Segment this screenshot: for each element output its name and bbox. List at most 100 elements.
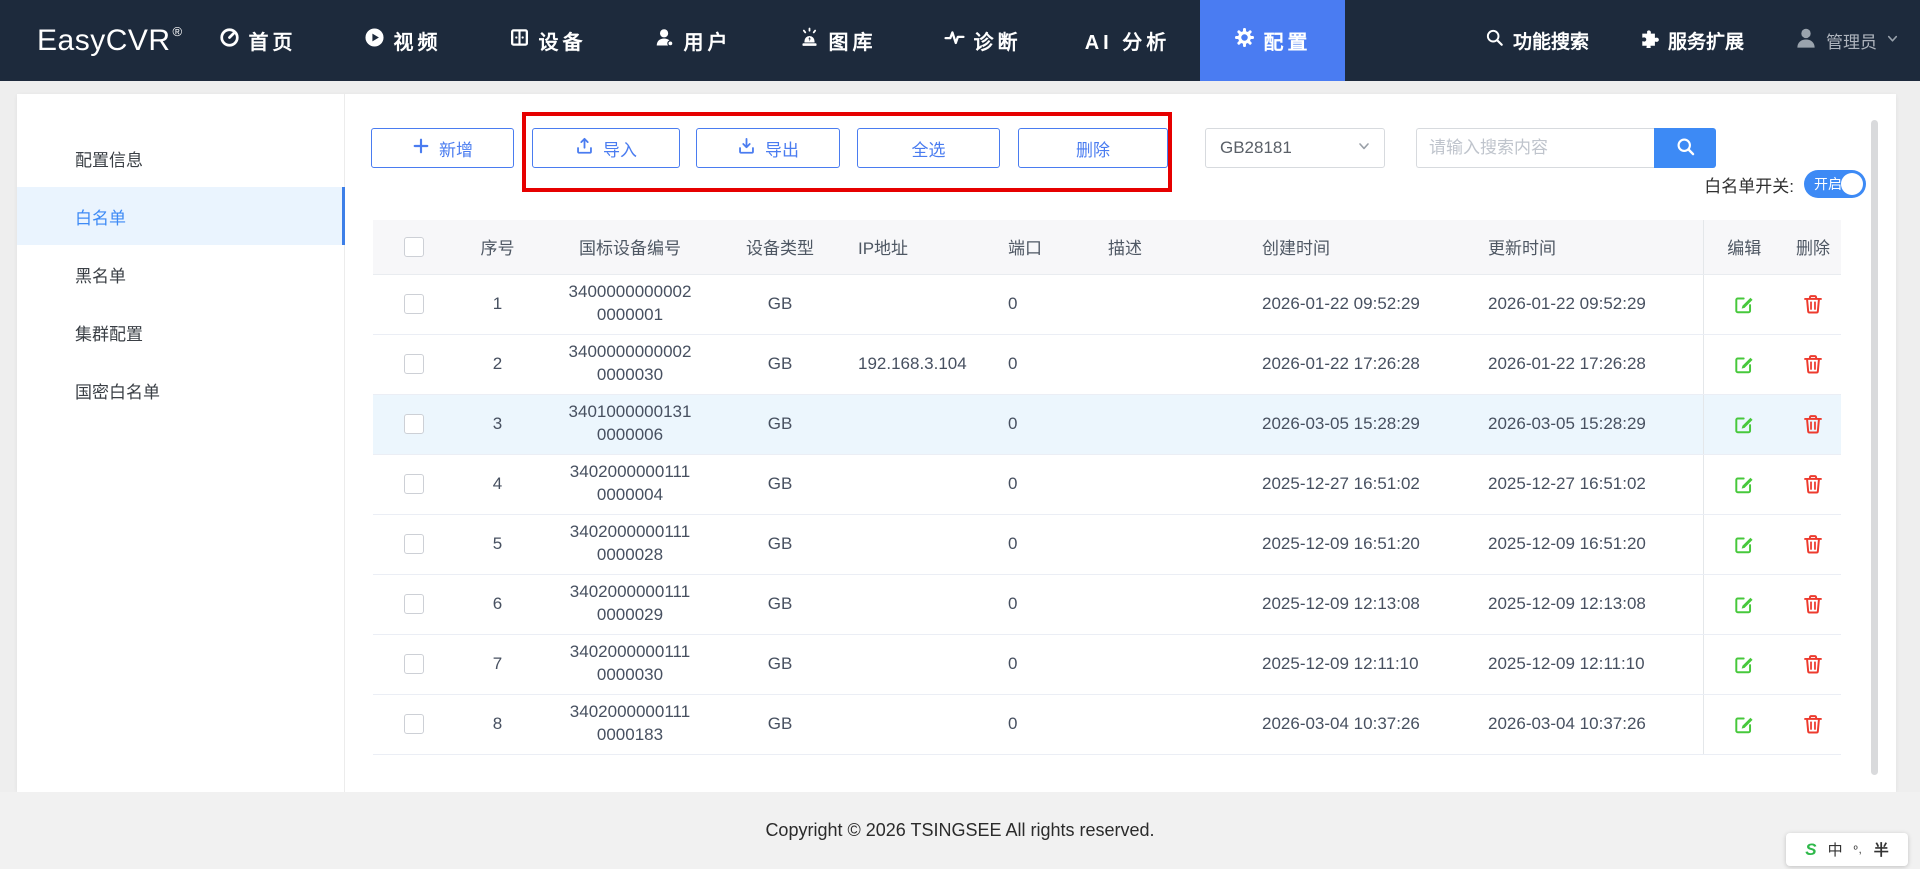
delete-row-button[interactable] <box>1802 473 1824 495</box>
cell-updated: 2026-03-05 15:28:29 <box>1480 394 1703 455</box>
search-input[interactable] <box>1416 128 1654 168</box>
import-button[interactable]: 导入 <box>532 128 680 168</box>
row-checkbox[interactable] <box>404 594 424 614</box>
cell-delete <box>1785 514 1841 575</box>
row-checkbox-cell <box>373 454 455 515</box>
header-edit: 编辑 <box>1702 220 1785 275</box>
ime-mode-chinese[interactable]: 中 <box>1828 839 1843 860</box>
row-checkbox[interactable] <box>404 534 424 554</box>
nav-item-diagnosis[interactable]: 诊断 <box>910 0 1055 81</box>
export-button[interactable]: 导出 <box>696 128 840 168</box>
nav-item-device[interactable]: 设备 <box>475 0 620 81</box>
table-row: 3 3401000000131 0000006 GB 0 2026-03-05 15:2… <box>373 394 1841 455</box>
app-logo-text: EasyCVR <box>37 23 171 57</box>
whitelist-toggle-state: 开启 <box>1814 176 1842 192</box>
cell-device-type: GB <box>720 694 840 755</box>
app-logo[interactable]: EasyCVR ® <box>0 0 185 81</box>
edit-button[interactable] <box>1733 713 1755 735</box>
cell-description <box>1090 694 1230 755</box>
cell-device-type: GB <box>720 454 840 515</box>
row-checkbox-cell <box>373 634 455 695</box>
cell-delete <box>1785 574 1841 635</box>
delete-button-label: 删除 <box>1076 140 1110 160</box>
cell-port: 0 <box>1000 274 1090 335</box>
chevron-down-icon <box>1885 31 1900 51</box>
edit-button[interactable] <box>1733 533 1755 555</box>
add-button[interactable]: 新增 <box>371 128 514 168</box>
edit-button[interactable] <box>1733 293 1755 315</box>
sidebar-item-blacklist[interactable]: 黑名单 <box>17 245 344 303</box>
cell-device-type: GB <box>720 634 840 695</box>
cell-port: 0 <box>1000 394 1090 455</box>
cell-index: 3 <box>455 394 540 455</box>
nav-item-user[interactable]: 用户 <box>620 0 765 81</box>
play-icon <box>364 27 385 54</box>
sidebar-item-whitelist[interactable]: 白名单 <box>17 187 345 245</box>
ime-half-width-mode[interactable]: 半 <box>1874 839 1889 860</box>
header-device-type: 设备类型 <box>720 220 840 275</box>
row-checkbox[interactable] <box>404 354 424 374</box>
nav-item-ai-analysis[interactable]: AI 分析 <box>1055 0 1200 81</box>
select-all-button[interactable]: 全选 <box>857 128 1000 168</box>
ime-punctuation-mode[interactable]: º, <box>1854 844 1863 856</box>
nav-label-gallery: 图库 <box>828 32 877 54</box>
sidebar-item-cluster-config[interactable]: 集群配置 <box>17 303 344 361</box>
device-id-value: 3400000000002 0000030 <box>568 342 692 384</box>
ime-engine-icon[interactable]: S <box>1805 840 1816 860</box>
delete-row-button[interactable] <box>1802 353 1824 375</box>
cell-created: 2025-12-27 16:51:02 <box>1230 454 1480 515</box>
gear-icon <box>1234 27 1255 54</box>
device-id-value: 3402000000111 0000004 <box>569 462 691 504</box>
search-box <box>1416 128 1716 168</box>
sidebar-item-gm-whitelist[interactable]: 国密白名单 <box>17 361 344 419</box>
edit-button[interactable] <box>1733 353 1755 375</box>
row-checkbox[interactable] <box>404 714 424 734</box>
cell-ip <box>840 274 1000 335</box>
delete-button[interactable]: 删除 <box>1018 128 1168 168</box>
delete-row-button[interactable] <box>1802 713 1824 735</box>
vertical-scrollbar-thumb[interactable] <box>1871 120 1878 775</box>
protocol-select[interactable]: GB28181 <box>1205 128 1385 168</box>
sidebar-label: 黑名单 <box>75 266 126 286</box>
row-checkbox-cell <box>373 334 455 395</box>
whitelist-toggle[interactable]: 开启 <box>1804 170 1866 198</box>
nav-item-gallery[interactable]: 图库 <box>765 0 910 81</box>
nav-item-config-active[interactable]: 配置 <box>1200 0 1345 81</box>
sidebar-item-config-info[interactable]: 配置信息 <box>17 129 344 187</box>
row-checkbox[interactable] <box>404 654 424 674</box>
nav-item-home[interactable]: 首页 <box>185 0 330 81</box>
avatar-icon <box>1794 26 1818 55</box>
select-all-checkbox[interactable] <box>404 236 424 257</box>
dashboard-icon <box>219 27 240 54</box>
cell-ip <box>840 574 1000 635</box>
edit-button[interactable] <box>1733 473 1755 495</box>
ime-tray: S 中 º, 半 <box>1786 833 1908 866</box>
whitelist-switch-label: 白名单开关: <box>1704 176 1794 196</box>
cell-edit <box>1702 574 1785 635</box>
user-menu[interactable]: 管理员 <box>1794 26 1900 55</box>
function-search[interactable]: 功能搜索 <box>1485 27 1589 54</box>
export-button-label: 导出 <box>765 140 799 160</box>
row-checkbox[interactable] <box>404 474 424 494</box>
cell-device-id: 3401000000131 0000006 <box>540 394 720 455</box>
search-button[interactable] <box>1654 128 1716 168</box>
cell-created: 2025-12-09 12:11:10 <box>1230 634 1480 695</box>
nav-label-user: 用户 <box>683 32 732 54</box>
delete-row-button[interactable] <box>1802 413 1824 435</box>
cell-ip <box>840 454 1000 515</box>
delete-row-button[interactable] <box>1802 293 1824 315</box>
edit-button[interactable] <box>1733 593 1755 615</box>
service-extension[interactable]: 服务扩展 <box>1639 27 1744 54</box>
row-checkbox[interactable] <box>404 294 424 314</box>
delete-row-button[interactable] <box>1802 593 1824 615</box>
delete-row-button[interactable] <box>1802 533 1824 555</box>
delete-row-button[interactable] <box>1802 653 1824 675</box>
search-icon <box>1675 136 1696 160</box>
function-search-label: 功能搜索 <box>1512 32 1589 53</box>
edit-button[interactable] <box>1733 413 1755 435</box>
nav-item-video[interactable]: 视频 <box>330 0 475 81</box>
edit-button[interactable] <box>1733 653 1755 675</box>
header-device-id: 国标设备编号 <box>540 220 720 275</box>
row-checkbox[interactable] <box>404 414 424 434</box>
cell-description <box>1090 274 1230 335</box>
